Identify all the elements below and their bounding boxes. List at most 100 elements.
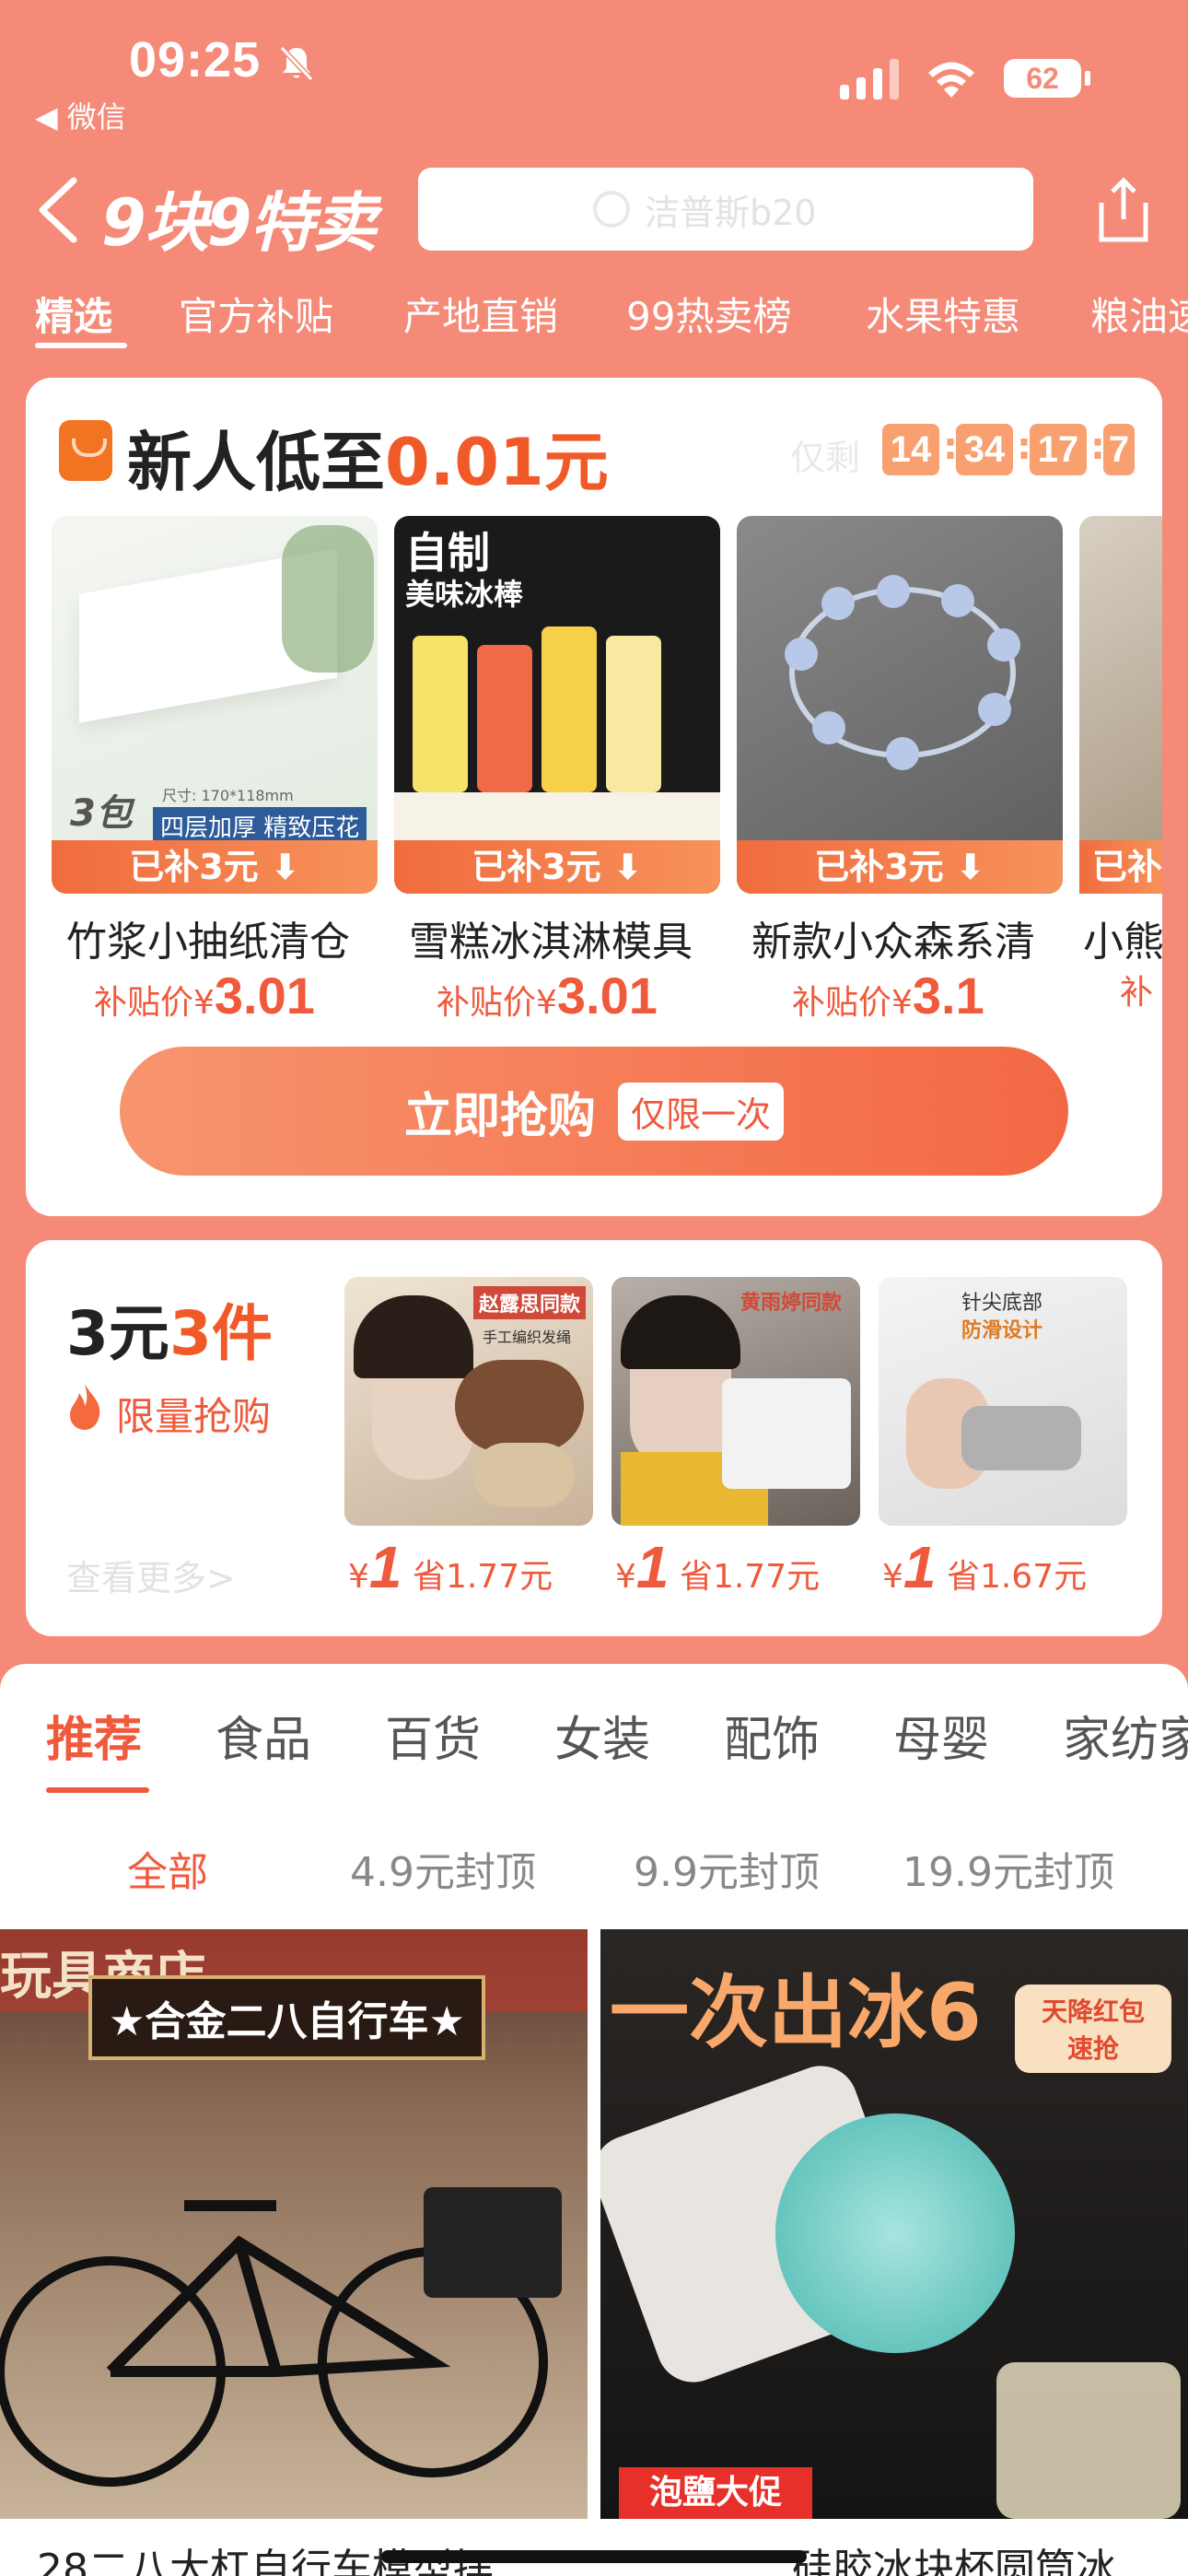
product-name[interactable]: 竹浆小抽纸清仓 (66, 908, 350, 967)
deal-image-hair-clip[interactable]: 黄雨婷同款 (611, 1277, 860, 1526)
subsidy-badge: 已补3元 ⬇ (52, 840, 378, 894)
deal-price: ¥1 省1.67元 (882, 1533, 1087, 1601)
filter-19-9[interactable]: 19.9元封顶 (903, 1839, 1114, 1898)
bicycle-banner: ★合金二八自行车★ (88, 1975, 485, 2060)
search-placeholder: 洁普斯b20 (645, 192, 817, 233)
price-label: 补贴价¥ (437, 984, 557, 1022)
deal-price: ¥1 省1.77元 (348, 1533, 553, 1601)
currency-symbol: ¥ (348, 1558, 369, 1596)
nav-tab-featured[interactable]: 精选 (35, 286, 112, 342)
deal-saving: 省1.67元 (946, 1558, 1088, 1596)
category-tab-womens[interactable]: 女装 (554, 1701, 650, 1770)
promo-tag: 泡鹽大促 (619, 2467, 812, 2519)
product-image-popsicle-mold[interactable]: 自制 美味冰棒 (394, 516, 720, 894)
deal-price-value: 1 (903, 1534, 937, 1600)
red-packet-label: 天降红包 (1041, 1996, 1145, 2027)
three-deal-title-a: 3元 (66, 1298, 169, 1369)
product-price: 补 (1120, 974, 1154, 1012)
back-arrow-icon[interactable] (33, 175, 85, 245)
nav-tab-official-subsidy[interactable]: 官方补贴 (179, 286, 333, 342)
cutter-tag: 针尖底部 (961, 1292, 1043, 1315)
product-price: 补贴价¥3.01 (437, 966, 658, 1025)
price-value: 3.01 (214, 966, 315, 1025)
deal-price: ¥1 省1.77元 (615, 1533, 820, 1601)
filter-9-9[interactable]: 9.9元封顶 (634, 1839, 820, 1898)
ice-banner: 一次出冰6 (610, 1967, 982, 2059)
red-packet-cta: 速抢 (1066, 2033, 1119, 2064)
hair-clip-tag: 黄雨婷同款 (740, 1292, 843, 1315)
tissue-feature-tag: 四层加厚 精致压花 (153, 807, 367, 845)
search-input[interactable]: 洁普斯b20 (418, 168, 1033, 251)
countdown-seconds: 17 (1030, 424, 1087, 475)
nav-tab-grain-oil[interactable]: 粮油速 (1090, 286, 1188, 342)
wifi-icon (928, 62, 974, 98)
mold-subtag: 美味冰棒 (405, 577, 524, 612)
mute-bell-icon (279, 45, 314, 82)
share-icon[interactable] (1092, 175, 1155, 245)
product-image-bear[interactable] (1079, 516, 1162, 894)
filter-4-9[interactable]: 4.9元封顶 (350, 1839, 536, 1898)
filter-all[interactable]: 全部 (127, 1839, 208, 1898)
buy-now-label: 立即抢购 (403, 1088, 596, 1144)
price-value: 3.01 (556, 966, 658, 1025)
feed-image-ice-cup[interactable]: 一次出冰6 天降红包速抢 泡鹽大促 (600, 1929, 1188, 2519)
page-title: 9块9特卖 (101, 185, 377, 261)
limited-rush-label: 限量抢购 (116, 1394, 272, 1439)
battery-indicator: 62 (1004, 59, 1090, 98)
category-tab-baby[interactable]: 母婴 (893, 1701, 989, 1770)
price-label: 补贴价¥ (94, 984, 215, 1022)
product-image-bracelet[interactable] (737, 516, 1063, 894)
deal-image-cutter[interactable]: 针尖底部 防滑设计 (879, 1277, 1127, 1526)
subsidy-badge: 已补 (1079, 840, 1162, 894)
product-name[interactable]: 新款小众森系清 (751, 908, 1035, 967)
once-only-tag: 仅限一次 (618, 1082, 785, 1141)
three-deal-title-b: 3件 (169, 1298, 273, 1369)
red-packet-badge[interactable]: 天降红包 速抢 (1015, 1985, 1171, 2073)
back-to-app-link[interactable]: ◀ 微信 (35, 94, 126, 136)
home-indicator[interactable] (381, 2550, 807, 2563)
feed-item-name[interactable]: 硅胶冰块杯圆筒冰 (792, 2535, 1188, 2576)
view-more-link[interactable]: 查看更多> (66, 1550, 236, 1600)
deal-image-hair-tie[interactable]: 赵露思同款 手工编织发绳 (344, 1277, 593, 1526)
three-deal-title: 3元3件 (66, 1284, 273, 1373)
deal-price-value: 1 (368, 1534, 402, 1600)
countdown-tenths: 7 (1103, 424, 1135, 475)
category-active-indicator (46, 1787, 149, 1793)
currency-symbol: ¥ (615, 1558, 636, 1596)
feed-image-bicycle[interactable]: 玩具商店 ★合金二八自行车★ (0, 1929, 588, 2519)
nav-tab-fruit[interactable]: 水果特惠 (866, 286, 1020, 342)
tissue-pack-count: 3包 (70, 792, 133, 835)
category-tab-general[interactable]: 百货 (385, 1701, 481, 1770)
hair-tie-tag: 赵露思同款 (473, 1286, 587, 1319)
deal-price-value: 1 (635, 1534, 670, 1600)
category-tab-textile[interactable]: 家纺家 (1063, 1701, 1188, 1770)
subsidy-badge: 已补3元 ⬇ (737, 840, 1063, 894)
category-tab-accessories[interactable]: 配饰 (724, 1701, 820, 1770)
subsidy-badge: 已补3元 ⬇ (394, 840, 720, 894)
tissue-size: 尺寸: 170*118mm (162, 787, 294, 804)
nav-active-indicator (35, 343, 127, 348)
newcomer-title: 新人低至0.01元 (127, 411, 609, 504)
product-name[interactable]: 小熊 (1083, 908, 1162, 967)
category-nav: 精选 官方补贴 产地直销 99热卖榜 水果特惠 粮油速 (0, 286, 1188, 350)
countdown-hours: 14 (882, 424, 939, 475)
buy-now-button[interactable]: 立即抢购 仅限一次 (120, 1047, 1068, 1176)
loading-spinner-icon (593, 191, 630, 228)
product-name[interactable]: 雪糕冰淇淋模具 (409, 908, 693, 967)
cell-signal-icon (840, 57, 899, 100)
deal-saving: 省1.77元 (412, 1558, 553, 1596)
price-value: 3.1 (912, 966, 984, 1025)
category-tab-food[interactable]: 食品 (215, 1701, 311, 1770)
price-label: 补贴价¥ (792, 984, 913, 1022)
category-tab-recommend[interactable]: 推荐 (46, 1701, 142, 1770)
nav-tab-origin-direct[interactable]: 产地直销 (403, 286, 558, 342)
nav-tab-99-hot[interactable]: 99热卖榜 (626, 286, 791, 342)
deal-saving: 省1.77元 (679, 1558, 821, 1596)
fire-icon (70, 1384, 100, 1430)
product-image-tissue[interactable]: 3包 尺寸: 170*118mm 四层加厚 精致压花 (52, 516, 378, 894)
currency-symbol: ¥ (882, 1558, 903, 1596)
newcomer-title-prefix: 新人低至 (127, 425, 385, 500)
status-time: 09:25 (129, 32, 262, 88)
countdown-minutes: 34 (956, 424, 1013, 475)
countdown-label: 仅剩 (790, 438, 861, 478)
